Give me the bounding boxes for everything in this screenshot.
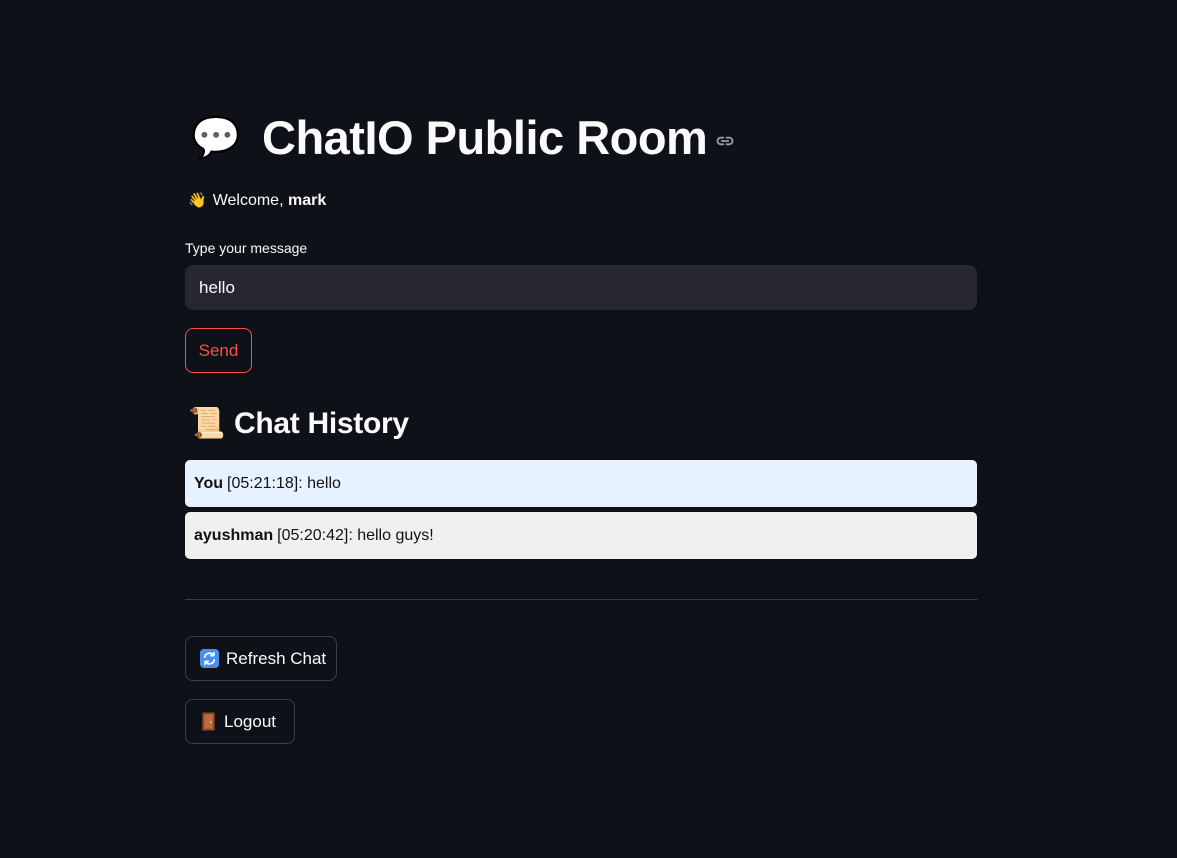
logout-button[interactable]: Logout xyxy=(185,699,295,744)
refresh-icon xyxy=(200,649,219,668)
message-text: [05:20:42]: hello guys! xyxy=(277,526,434,544)
welcome-message: 👋 Welcome, mark xyxy=(188,190,326,212)
page-title: ChatIO Public Room xyxy=(262,111,708,164)
divider xyxy=(185,599,977,600)
refresh-chat-label: Refresh Chat xyxy=(226,648,327,668)
waving-hand-icon: 👋 xyxy=(188,192,207,209)
scroll-icon: 📜 xyxy=(188,407,226,440)
page-header: 💬 ChatIO Public Room xyxy=(190,108,737,168)
welcome-prefix: Welcome, xyxy=(212,192,288,209)
chat-history-list: You [05:21:18]: hello ayushman [05:20:42… xyxy=(185,460,977,564)
send-button[interactable]: Send xyxy=(185,328,252,373)
chat-history-title: Chat History xyxy=(234,407,409,440)
speech-bubble-icon: 💬 xyxy=(191,116,241,160)
message-text: [05:21:18]: hello xyxy=(227,474,341,492)
username: mark xyxy=(287,192,327,209)
message-sender: You xyxy=(194,474,224,492)
message-sender: ayushman xyxy=(194,526,274,544)
door-icon xyxy=(200,712,217,731)
message-input[interactable] xyxy=(185,265,977,310)
chat-message-other: ayushman [05:20:42]: hello guys! xyxy=(185,512,977,559)
refresh-chat-button[interactable]: Refresh Chat xyxy=(185,636,337,681)
chat-history-header: 📜 Chat History xyxy=(188,402,409,446)
link-icon[interactable] xyxy=(715,131,737,153)
logout-label: Logout xyxy=(224,711,276,731)
message-input-label: Type your message xyxy=(185,240,308,256)
chat-message-own: You [05:21:18]: hello xyxy=(185,460,977,507)
